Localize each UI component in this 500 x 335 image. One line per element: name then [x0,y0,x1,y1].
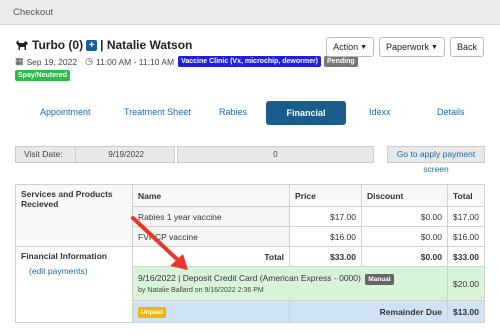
status-badge: Pending [324,56,358,67]
totals-price: $33.00 [289,246,362,267]
visit-row: Visit Date: 9/19/2022 0 Go to apply paym… [15,146,485,174]
window-title: Checkout [13,6,54,18]
chevron-down-icon: ▼ [360,43,368,51]
dog-icon [16,40,28,50]
deposit-by: by Natalie Ballard on 9/16/2022 2:36 PM [138,287,264,294]
totals-total: $33.00 [447,246,485,267]
visit-date-field[interactable]: 9/19/2022 [75,146,175,163]
owner-name[interactable]: Natalie Watson [107,38,193,52]
col-total-header: Total [447,184,485,207]
window-title-bar: Checkout [0,0,500,25]
unpaid-badge: Unpaid [138,306,167,318]
tab-bar: Appointment Treatment Sheet Rabies Finan… [20,101,482,125]
item-discount: $0.00 [361,206,448,227]
tab-treatment-sheet[interactable]: Treatment Sheet [124,107,191,117]
appointment-date: Sep 19, 2022 [26,56,78,67]
financial-table: Services and Products Recieved Name Pric… [15,184,485,323]
payment-amount-field[interactable]: 0 [177,146,374,163]
patient-name[interactable]: Turbo (0) [32,38,83,52]
totals-discount: $0.00 [361,246,448,267]
item-total: $17.00 [447,206,485,227]
edit-payments-link[interactable]: (edit payments) [21,266,127,276]
appointment-header: Turbo (0) + | Natalie Watson ▦ Sep 19, 2… [15,38,358,81]
col-discount-header: Discount [361,184,448,207]
chevron-down-icon: ▼ [431,43,438,51]
totals-row: Financial Information (edit payments) To… [15,246,485,323]
remainder-label: Remainder Due [289,300,448,323]
add-plus-icon[interactable]: + [86,39,98,51]
item-total: $16.00 [447,226,485,247]
table-header-row: Services and Products Recieved Name Pric… [15,184,485,247]
back-button[interactable]: Back [449,37,484,57]
patient-line: Turbo (0) + | Natalie Watson [15,38,358,52]
calendar-icon: ▦ [15,56,24,66]
col-name-header: Name [132,184,290,207]
financial-info-label: Financial Information [21,251,107,261]
visit-date-label: Visit Date: [15,146,75,163]
tab-rabies[interactable]: Rabies [219,107,247,117]
spay-neutered-badge: Spay/Neutered [15,70,71,81]
services-section-label: Services and Products Recieved [15,184,133,247]
manual-badge: Manual [365,274,394,285]
action-dropdown-button[interactable]: Action ▼ [326,37,375,57]
remainder-amount: $13.00 [447,300,485,323]
col-price-header: Price [289,184,362,207]
clinic-badge: Vaccine Clinic (Vx, microchip, dewormer) [178,56,322,67]
item-name: FVRCP vaccine [132,226,290,247]
item-name: Rabies 1 year vaccine [132,206,290,227]
item-price: $17.00 [289,206,362,227]
paperwork-dropdown-button[interactable]: Paperwork ▼ [379,37,445,57]
tab-details[interactable]: Details [437,107,465,117]
clock-icon: ◷ [85,56,93,66]
appointment-meta: ▦ Sep 19, 2022 ◷ 11:00 AM - 11:10 AM Vac… [15,56,358,67]
deposit-cell: 9/16/2022 | Deposit Credit Card (America… [132,266,448,301]
header-actions: Action ▼ Paperwork ▼ Back [326,37,484,57]
unpaid-cell: Unpaid [132,300,290,323]
appointment-time: 11:00 AM - 11:10 AM [95,56,175,67]
tab-financial[interactable]: Financial [266,101,346,125]
tab-appointment[interactable]: Appointment [40,107,91,117]
financial-info-cell: Financial Information (edit payments) [15,246,133,323]
totals-label: Total [132,246,290,267]
deposit-amount: $20.00 [447,266,485,301]
tab-idexx[interactable]: Idexx [369,107,391,117]
apply-payment-link[interactable]: Go to apply payment screen [387,146,485,174]
item-discount: $0.00 [361,226,448,247]
item-price: $16.00 [289,226,362,247]
deposit-description: 9/16/2022 | Deposit Credit Card (America… [138,273,361,283]
